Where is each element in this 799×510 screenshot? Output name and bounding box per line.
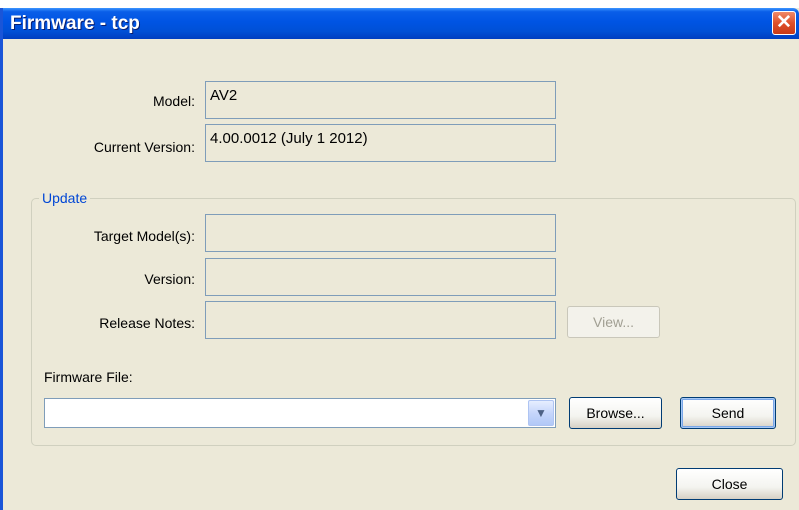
target-models-label: Target Model(s): — [93, 228, 195, 244]
title-bar[interactable]: Firmware - tcp ✕ — [3, 8, 799, 39]
firmware-file-label: Firmware File: — [44, 369, 133, 385]
release-notes-label: Release Notes: — [99, 315, 195, 331]
release-notes-field — [205, 301, 556, 339]
current-version-field: 4.00.0012 (July 1 2012) — [205, 124, 556, 162]
current-version-label: Current Version: — [93, 139, 195, 155]
model-label: Model: — [152, 93, 195, 109]
close-button[interactable]: Close — [676, 468, 783, 500]
model-field: AV2 — [205, 81, 556, 119]
view-button[interactable]: View... — [567, 306, 660, 338]
send-button[interactable]: Send — [680, 397, 776, 429]
chevron-down-icon[interactable]: ▼ — [528, 400, 554, 426]
firmware-dialog: Firmware - tcp ✕ Model: AV2 Current Vers… — [0, 8, 799, 510]
window-title: Firmware - tcp — [10, 13, 140, 34]
browse-button[interactable]: Browse... — [569, 397, 662, 429]
close-icon[interactable]: ✕ — [772, 11, 796, 35]
version-field — [205, 258, 556, 296]
update-group-title: Update — [39, 190, 91, 206]
firmware-file-combobox[interactable]: ▼ — [44, 398, 556, 428]
version-label: Version: — [144, 271, 195, 287]
target-models-field — [205, 214, 556, 252]
